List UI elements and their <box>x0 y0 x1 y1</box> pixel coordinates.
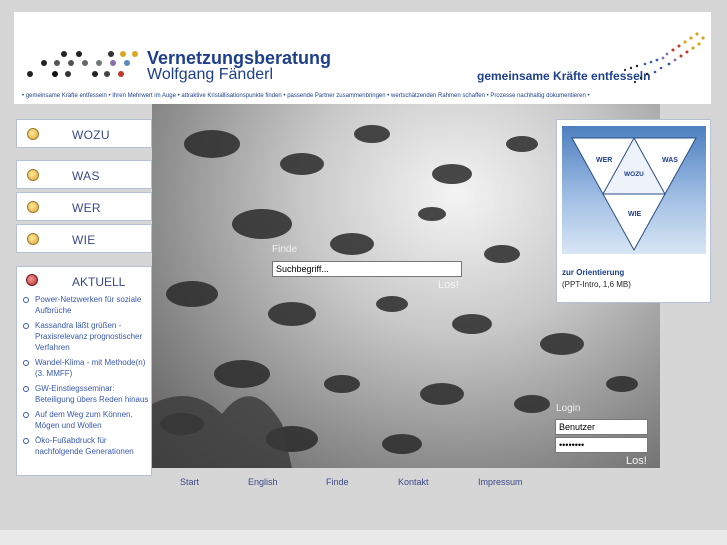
footer-link-kontakt[interactable]: Kontakt <box>398 477 429 487</box>
nav-label: WAS <box>72 169 100 183</box>
news-item[interactable]: Kassandra läßt grüßen - Praxisrelevanz p… <box>21 320 151 353</box>
triangle-diagram-icon: WER WAS WOZU WIE <box>571 136 697 252</box>
nav-item-wie[interactable]: WIE <box>16 224 152 253</box>
news-item[interactable]: Öko-Fußabdruck für nachfolgende Generati… <box>21 435 151 457</box>
nav-label: WOZU <box>72 128 110 142</box>
header: Vernetzungsberatung Wolfgang Fänderl gem… <box>14 12 711 104</box>
network-fan-icon <box>623 32 705 84</box>
tagline: • gemeinsame Kräfte entfesseln • Ihren M… <box>22 93 590 99</box>
logo-subtitle: Wolfgang Fänderl <box>147 66 273 83</box>
diagram-was: WAS <box>662 157 678 164</box>
nav-label: WER <box>72 201 101 215</box>
nav-item-wer[interactable]: WER <box>16 192 152 221</box>
bullet-icon <box>27 201 39 213</box>
orientierung-info: (PPT-Intro, 1,6 MB) <box>562 280 631 289</box>
footer-link-finde[interactable]: Finde <box>326 477 349 487</box>
diagram-wie: WIE <box>628 211 642 218</box>
logo-dots-icon <box>27 51 138 77</box>
orientierung-link[interactable]: zur Orientierung <box>562 268 624 277</box>
footer-link-english[interactable]: English <box>248 477 278 487</box>
footer-link-impressum[interactable]: Impressum <box>478 477 523 487</box>
search-label: Finde <box>272 244 298 255</box>
password-input[interactable] <box>555 437 648 453</box>
aktuell-bullet-icon <box>26 274 38 286</box>
bullet-icon <box>27 169 39 181</box>
diagram-wer: WER <box>596 157 612 164</box>
search-input[interactable] <box>272 261 462 277</box>
bullet-icon <box>27 233 39 245</box>
news-item[interactable]: Auf dem Weg zum Können, Mögen und Wollen <box>21 409 151 431</box>
orientierung-diagram[interactable]: WER WAS WOZU WIE <box>562 126 706 254</box>
news-item[interactable]: Wandel-Klima - mit Methode(n) (3. MMFF) <box>21 357 151 379</box>
footer-band <box>0 530 727 545</box>
aktuell-panel: AKTUELL Power-Netzwerken für soziale Auf… <box>16 266 152 476</box>
aktuell-title: AKTUELL <box>72 275 126 289</box>
news-item[interactable]: GW-Einstiegsseminar: Beteiligung übers R… <box>21 383 151 405</box>
nav-label: WIE <box>72 233 96 247</box>
diagram-wozu: WOZU <box>624 171 644 178</box>
login-label: Login <box>556 403 581 414</box>
nav-item-was[interactable]: WAS <box>16 160 152 189</box>
footer-link-start[interactable]: Start <box>180 477 199 487</box>
bullet-icon <box>27 128 39 140</box>
search-button[interactable]: Los! <box>438 279 459 291</box>
orientierung-panel: WER WAS WOZU WIE zur Orientierung (PPT-I… <box>556 119 711 303</box>
nav-item-wozu[interactable]: WOZU <box>16 119 152 148</box>
username-input[interactable] <box>555 419 648 435</box>
login-button[interactable]: Los! <box>626 455 647 467</box>
news-item[interactable]: Power-Netzwerken für soziale Aufbrüche <box>21 294 151 316</box>
news-list: Power-Netzwerken für soziale Aufbrüche K… <box>21 294 151 461</box>
